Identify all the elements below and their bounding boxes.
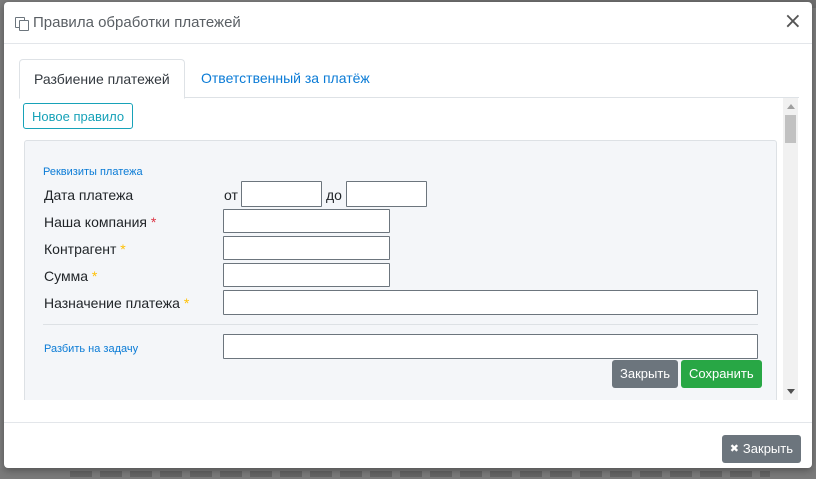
section-label-payment-details: Реквизиты платежа xyxy=(43,166,143,178)
modal-title: Правила обработки платежей xyxy=(14,14,241,31)
split-to-task-input[interactable] xyxy=(223,334,758,359)
purpose-label: Назначение платежа * xyxy=(44,295,190,311)
footer-close-label: Закрыть xyxy=(742,441,793,456)
modal-footer: ✖ Закрыть xyxy=(4,422,812,469)
required-marker: * xyxy=(150,214,157,230)
scroll-up-arrow-icon[interactable] xyxy=(787,104,795,109)
amount-label: Сумма * xyxy=(44,268,98,284)
copy-icon xyxy=(14,16,29,31)
background-row-text xyxy=(70,471,770,477)
tab-content: Новое правило Реквизиты платежа Дата пла… xyxy=(19,98,798,400)
new-rule-button[interactable]: Новое правило xyxy=(23,103,134,129)
scroll-thumb[interactable] xyxy=(785,115,796,143)
required-marker: * xyxy=(91,268,98,284)
close-icon: ✖ xyxy=(729,442,739,455)
date-from-input[interactable] xyxy=(241,181,322,207)
amount-input[interactable] xyxy=(223,263,390,287)
divider xyxy=(43,324,758,325)
close-icon[interactable]: × xyxy=(784,11,802,33)
payment-date-label: Дата платежа xyxy=(44,187,134,203)
save-rule-button[interactable]: Сохранить xyxy=(681,360,762,388)
modal-title-text: Правила обработки платежей xyxy=(33,14,241,31)
payment-rules-modal: Правила обработки платежей × Разбиение п… xyxy=(4,2,812,468)
date-from-label: от xyxy=(224,187,238,203)
counterparty-input[interactable] xyxy=(223,236,390,260)
scroll-down-arrow-icon[interactable] xyxy=(787,389,795,394)
our-company-label: Наша компания * xyxy=(44,214,157,230)
tab-payment-split[interactable]: Разбиение платежей xyxy=(19,59,185,99)
modal-header: Правила обработки платежей × xyxy=(4,2,812,44)
date-to-label: до xyxy=(326,187,342,203)
close-rule-button[interactable]: Закрыть xyxy=(612,360,679,388)
tab-payment-responsible[interactable]: Ответственный за платёж xyxy=(187,59,384,96)
rule-card: Реквизиты платежа Дата платежа от до Наш… xyxy=(24,140,777,400)
required-marker: * xyxy=(183,295,190,311)
date-to-input[interactable] xyxy=(346,181,427,207)
counterparty-label: Контрагент * xyxy=(44,241,126,257)
footer-close-button[interactable]: ✖ Закрыть xyxy=(721,435,801,463)
split-to-task-label: Разбить на задачу xyxy=(44,343,139,355)
our-company-input[interactable] xyxy=(223,209,390,233)
required-marker: * xyxy=(120,241,126,257)
purpose-input[interactable] xyxy=(223,290,758,315)
content-scrollbar[interactable] xyxy=(783,98,798,400)
tab-bar: Разбиение платежей Ответственный за плат… xyxy=(19,59,799,99)
